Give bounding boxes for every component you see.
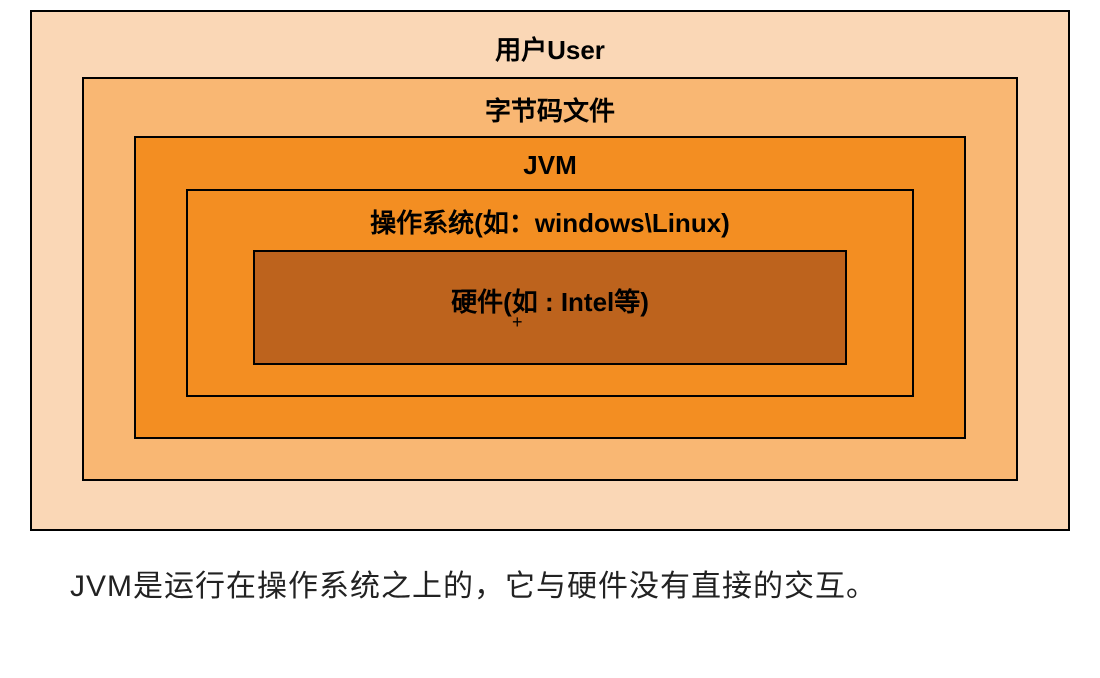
layer-hardware-label: 硬件(如 : Intel等) xyxy=(265,278,835,329)
layer-hardware: 硬件(如 : Intel等) + xyxy=(253,250,847,365)
layer-user: 用户User 字节码文件 JVM 操作系统(如：windows\Linux) 硬… xyxy=(30,10,1070,531)
layer-user-label: 用户User xyxy=(82,24,1018,77)
layer-jvm-label: JVM xyxy=(186,146,914,189)
caption-text: JVM是运行在操作系统之上的，它与硬件没有直接的交互。 xyxy=(30,561,1070,605)
cursor-icon: + xyxy=(512,312,523,333)
layer-bytecode-label: 字节码文件 xyxy=(134,87,966,136)
layer-jvm: JVM 操作系统(如：windows\Linux) 硬件(如 : Intel等)… xyxy=(134,136,966,439)
layer-os: 操作系统(如：windows\Linux) 硬件(如 : Intel等) + xyxy=(186,189,914,397)
layer-bytecode: 字节码文件 JVM 操作系统(如：windows\Linux) 硬件(如 : I… xyxy=(82,77,1018,481)
layer-os-label: 操作系统(如：windows\Linux) xyxy=(253,199,847,250)
